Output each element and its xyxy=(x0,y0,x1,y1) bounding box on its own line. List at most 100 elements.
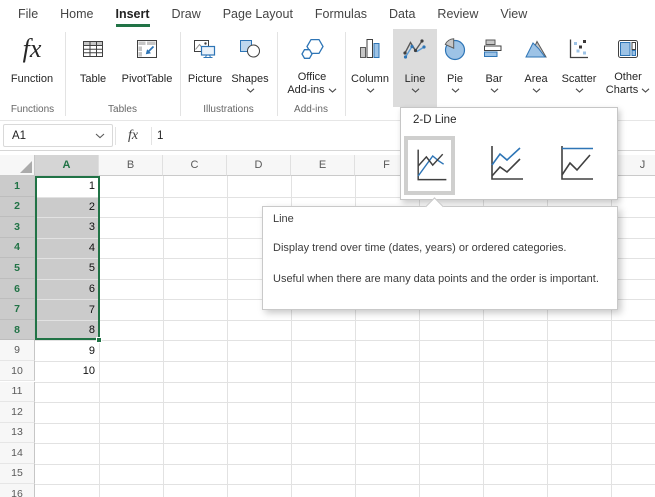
charts-group: Column Line Pie xyxy=(347,29,655,107)
tab-file[interactable]: File xyxy=(18,0,38,28)
chevron-down-icon[interactable] xyxy=(95,133,105,139)
row-header-12[interactable]: 12 xyxy=(0,402,35,423)
row-header-3[interactable]: 3 xyxy=(0,217,35,238)
row-header-7[interactable]: 7 xyxy=(0,299,35,320)
pivottable-button[interactable]: PivotTable xyxy=(116,29,178,85)
picture-button[interactable]: Picture xyxy=(183,29,227,85)
fill-handle[interactable] xyxy=(96,337,102,343)
cell-A5[interactable]: 5 xyxy=(35,258,95,279)
gridline xyxy=(35,361,655,362)
fx-icon: fx xyxy=(23,34,42,64)
function-label: Function xyxy=(11,73,53,85)
table-icon xyxy=(79,34,107,64)
row-header-16[interactable]: 16 xyxy=(0,484,35,497)
tab-draw[interactable]: Draw xyxy=(172,0,201,28)
pivottable-label: PivotTable xyxy=(122,73,173,85)
office-addins-button[interactable]: Office Add-ins xyxy=(283,29,341,97)
line-chart-thumb[interactable] xyxy=(404,136,455,195)
area-chart-button[interactable]: Area xyxy=(515,29,557,107)
line-chart-button[interactable]: Line xyxy=(393,29,437,107)
gridline xyxy=(35,340,655,341)
pivottable-icon xyxy=(133,34,161,64)
row-header-9[interactable]: 9 xyxy=(0,340,35,361)
cell-A9[interactable]: 9 xyxy=(35,340,95,361)
row-header-2[interactable]: 2 xyxy=(0,197,35,218)
scatter-chart-icon xyxy=(566,34,592,64)
column-header-B[interactable]: B xyxy=(99,155,163,176)
chevron-down-icon xyxy=(366,88,375,93)
gridline xyxy=(35,443,655,444)
name-box[interactable]: A1 xyxy=(3,124,113,147)
group-separator xyxy=(345,32,346,116)
gridline xyxy=(35,382,655,383)
tooltip-paragraph: Useful when there are many data points a… xyxy=(273,272,605,287)
row-header-1[interactable]: 1 xyxy=(0,176,35,197)
row-header-11[interactable]: 11 xyxy=(0,382,35,403)
separator xyxy=(115,127,116,145)
tooltip-paragraph: Display trend over time (dates, years) o… xyxy=(273,241,605,256)
shapes-icon xyxy=(236,34,264,64)
row-header-5[interactable]: 5 xyxy=(0,258,35,279)
column-header-D[interactable]: D xyxy=(227,155,291,176)
cell-A2[interactable]: 2 xyxy=(35,197,95,218)
cell-A8[interactable]: 8 xyxy=(35,320,95,341)
row-header-6[interactable]: 6 xyxy=(0,279,35,300)
chevron-down-icon xyxy=(246,88,255,93)
group-label-addins: Add-ins xyxy=(277,104,345,115)
cell-A1[interactable]: 1 xyxy=(35,176,95,197)
insert-function-button[interactable]: fx xyxy=(118,124,148,147)
area-label: Area xyxy=(524,73,547,85)
select-all-triangle-icon xyxy=(20,161,32,173)
column-header-E[interactable]: E xyxy=(291,155,355,176)
stacked-line-chart-thumb[interactable] xyxy=(481,139,529,189)
gridline xyxy=(35,484,655,485)
group-label-functions: Functions xyxy=(0,104,65,115)
cell-A4[interactable]: 4 xyxy=(35,238,95,259)
gridline xyxy=(227,176,228,497)
gridline xyxy=(35,464,655,465)
bar-chart-button[interactable]: Bar xyxy=(473,29,515,107)
other-charts-button[interactable]: Other Charts xyxy=(601,29,655,107)
group-label-illustrations: Illustrations xyxy=(180,104,277,115)
column-chart-button[interactable]: Column xyxy=(347,29,393,107)
hundred-percent-stacked-line-chart-thumb[interactable] xyxy=(551,139,599,189)
tab-view[interactable]: View xyxy=(500,0,527,28)
scatter-chart-button[interactable]: Scatter xyxy=(557,29,601,107)
picture-label: Picture xyxy=(188,73,222,85)
column-header-A[interactable]: A xyxy=(35,155,99,176)
cell-A7[interactable]: 7 xyxy=(35,299,95,320)
tab-formulas[interactable]: Formulas xyxy=(315,0,367,28)
group-label-tables: Tables xyxy=(65,104,180,115)
other-charts-icon xyxy=(615,34,641,64)
cell-A6[interactable]: 6 xyxy=(35,279,95,300)
menu-bar: File Home Insert Draw Page Layout Formul… xyxy=(0,0,655,28)
spreadsheet-grid[interactable]: ABCDEFGHIJ123456789101112131415161234567… xyxy=(0,151,655,497)
row-header-13[interactable]: 13 xyxy=(0,423,35,444)
cell-A10[interactable]: 10 xyxy=(35,361,95,382)
row-header-14[interactable]: 14 xyxy=(0,443,35,464)
shapes-button[interactable]: Shapes xyxy=(227,29,273,93)
tab-data[interactable]: Data xyxy=(389,0,415,28)
tab-page-layout[interactable]: Page Layout xyxy=(223,0,293,28)
chevron-down-icon xyxy=(641,88,650,93)
tab-insert[interactable]: Insert xyxy=(116,0,150,28)
bar-chart-icon xyxy=(481,34,507,64)
column-chart-icon xyxy=(357,34,383,64)
select-all-corner[interactable] xyxy=(0,155,35,176)
cell-A3[interactable]: 3 xyxy=(35,217,95,238)
area-chart-icon xyxy=(523,34,549,64)
row-header-4[interactable]: 4 xyxy=(0,238,35,259)
row-header-8[interactable]: 8 xyxy=(0,320,35,341)
scatter-label: Scatter xyxy=(562,73,597,85)
function-button[interactable]: fx Function xyxy=(5,29,59,85)
shapes-label: Shapes xyxy=(231,73,268,85)
tab-review[interactable]: Review xyxy=(437,0,478,28)
formula-input[interactable]: 1 xyxy=(157,121,163,150)
row-header-15[interactable]: 15 xyxy=(0,464,35,485)
table-button[interactable]: Table xyxy=(70,29,116,85)
row-header-10[interactable]: 10 xyxy=(0,361,35,382)
column-header-C[interactable]: C xyxy=(163,155,227,176)
pie-chart-button[interactable]: Pie xyxy=(437,29,473,107)
tab-home[interactable]: Home xyxy=(60,0,93,28)
office-addins-label: Office Add-ins xyxy=(287,71,336,97)
